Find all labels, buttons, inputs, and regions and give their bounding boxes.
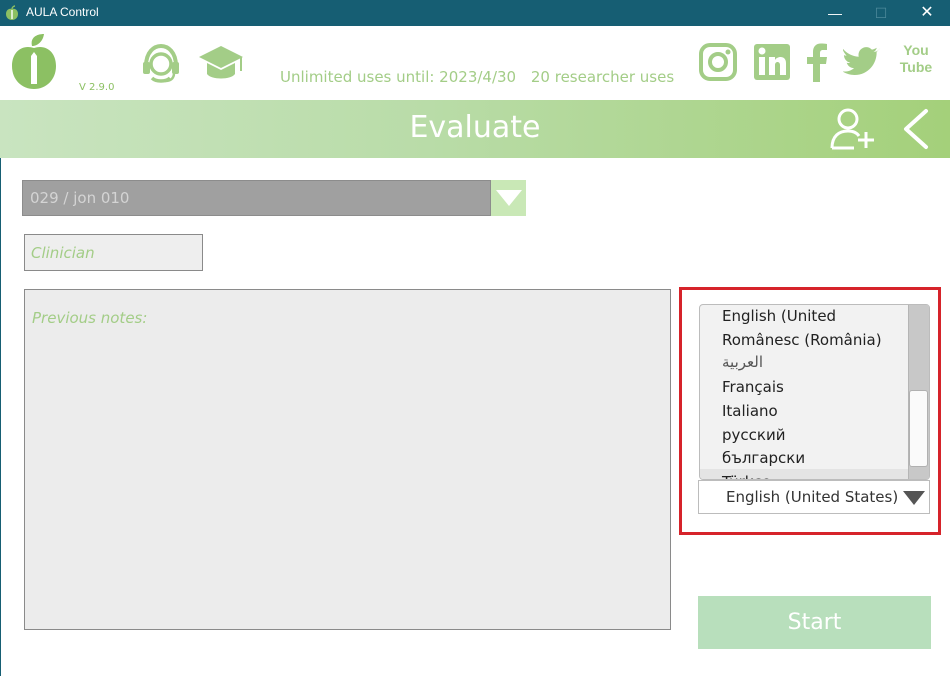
add-user-icon[interactable] xyxy=(830,106,876,152)
clinician-input[interactable]: Clinician xyxy=(24,234,203,271)
language-option[interactable]: русский xyxy=(722,426,785,444)
language-option[interactable]: العربية xyxy=(722,353,763,371)
title-bar: AULA Control — ☐ ✕ xyxy=(0,0,950,26)
language-scroll-thumb[interactable] xyxy=(909,390,928,467)
headset-icon[interactable] xyxy=(140,42,182,84)
language-option[interactable]: Türkçe xyxy=(700,469,908,479)
patient-select-value: 029 / jon 010 xyxy=(30,189,130,207)
twitter-icon[interactable] xyxy=(843,42,881,82)
version-label: V 2.9.0 xyxy=(79,82,115,93)
language-list[interactable]: English (United Românesc (România) العرب… xyxy=(699,304,930,480)
window-title: AULA Control xyxy=(26,5,99,19)
patient-dropdown-button[interactable] xyxy=(491,180,526,216)
start-button[interactable]: Start xyxy=(698,596,931,649)
notes-textarea[interactable]: Previous notes: xyxy=(24,289,671,630)
app-apple-icon xyxy=(6,5,18,20)
clinician-placeholder: Clinician xyxy=(31,244,95,262)
minimize-button[interactable]: — xyxy=(812,0,858,26)
language-option[interactable]: English (United xyxy=(722,307,836,325)
researcher-uses: 20 researcher uses xyxy=(530,68,675,86)
youtube-icon[interactable]: You Tube xyxy=(896,42,936,82)
linkedin-icon[interactable] xyxy=(753,42,791,82)
language-option[interactable]: Românesc (România) xyxy=(722,331,882,349)
graduation-cap-icon[interactable] xyxy=(197,44,245,84)
language-select-value: English (United States) xyxy=(726,488,899,506)
language-option[interactable]: Français xyxy=(722,378,784,396)
triangle-down-icon xyxy=(496,190,522,206)
page-title: Evaluate xyxy=(409,110,541,145)
triangle-down-icon xyxy=(903,491,925,505)
aula-logo xyxy=(12,34,56,89)
language-select[interactable]: English (United States) xyxy=(698,480,930,514)
language-option[interactable]: Italiano xyxy=(722,402,778,420)
language-option[interactable]: български xyxy=(722,449,805,467)
close-button[interactable]: ✕ xyxy=(904,0,950,26)
maximize-button[interactable]: ☐ xyxy=(858,0,904,26)
youtube-label: You Tube xyxy=(899,42,933,75)
notes-placeholder: Previous notes: xyxy=(32,309,148,327)
evaluate-banner: Evaluate xyxy=(0,100,950,158)
facebook-icon[interactable] xyxy=(806,42,828,82)
license-info: Unlimited uses until: 2023/4/30 20 resea… xyxy=(280,68,684,86)
back-chevron-icon[interactable] xyxy=(900,108,932,150)
license-expiry: Unlimited uses until: 2023/4/30 xyxy=(280,68,517,86)
patient-select[interactable]: 029 / jon 010 xyxy=(22,180,491,216)
instagram-icon[interactable] xyxy=(698,42,738,82)
